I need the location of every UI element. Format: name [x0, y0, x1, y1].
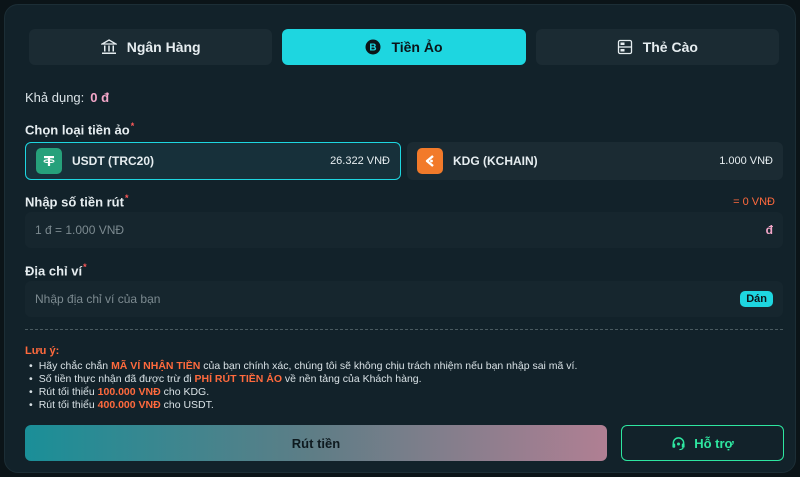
amount-label: Nhập số tiền rút* [25, 193, 129, 210]
divider [25, 329, 783, 330]
list-item: Số tiền thực nhận đã được trừ đi PHÍ RÚT… [29, 373, 577, 386]
list-item: Rút tối thiểu 100.000 VNĐ cho KDG. [29, 386, 577, 399]
amount-conversion: = 0 VNĐ [733, 196, 775, 208]
notes-list: Hãy chắc chắn MÃ VÍ NHẬN TIỀN của bạn ch… [29, 360, 578, 412]
amount-field: đ [25, 212, 783, 248]
tab-crypto-label: Tiền Ảo [391, 39, 443, 55]
withdraw-button[interactable]: Rút tiền [25, 425, 607, 461]
tab-bank[interactable]: Ngân Hàng [29, 29, 273, 65]
tab-bank-label: Ngân Hàng [126, 39, 201, 55]
notes-title: Lưu ý: [25, 345, 60, 357]
amount-input[interactable] [35, 223, 766, 237]
kdg-icon [417, 148, 443, 174]
wallet-field: Dán [25, 281, 783, 317]
tab-scratch-card-label: Thẻ Cào [642, 39, 698, 55]
withdraw-panel: Ngân Hàng B Tiền Ảo Thẻ Cào Khả dụng: 0 đ… [4, 4, 796, 473]
balance-label: Khả dụng: [25, 90, 85, 105]
coin-option-kdg[interactable]: KDG (KCHAIN) 1.000 VNĐ [407, 142, 783, 180]
list-item: Rút tối thiểu 400.000 VNĐ cho USDT. [29, 399, 577, 412]
tab-crypto[interactable]: B Tiền Ảo [282, 29, 526, 65]
tether-icon [36, 148, 62, 174]
wallet-label: Địa chỉ ví* [25, 262, 87, 279]
support-label: Hỗ trợ [694, 435, 734, 451]
svg-text:B: B [370, 43, 377, 54]
bitcoin-icon: B [365, 39, 381, 55]
balance-value: 0 đ [90, 90, 110, 105]
paste-button[interactable]: Dán [740, 291, 773, 307]
wallet-address-input[interactable] [35, 292, 741, 306]
tab-scratch-card[interactable]: Thẻ Cào [535, 29, 779, 65]
coin-name: USDT (TRC20) [72, 154, 155, 168]
coin-name: KDG (KCHAIN) [453, 154, 538, 168]
coin-price: 1.000 VNĐ [719, 155, 773, 167]
bank-icon [100, 39, 117, 54]
card-icon [617, 39, 632, 55]
headset-icon [672, 436, 685, 450]
coin-option-usdt[interactable]: USDT (TRC20) 26.322 VNĐ [25, 142, 401, 180]
amount-unit: đ [765, 223, 773, 237]
list-item: Hãy chắc chắn MÃ VÍ NHẬN TIỀN của bạn ch… [29, 360, 578, 373]
support-button[interactable]: Hỗ trợ [621, 425, 784, 461]
balance: Khả dụng: 0 đ [25, 90, 109, 105]
coin-price: 26.322 VNĐ [330, 155, 390, 167]
method-tabs: Ngân Hàng B Tiền Ảo Thẻ Cào [29, 29, 779, 65]
coin-type-label: Chọn loại tiền ảo* [25, 121, 135, 138]
